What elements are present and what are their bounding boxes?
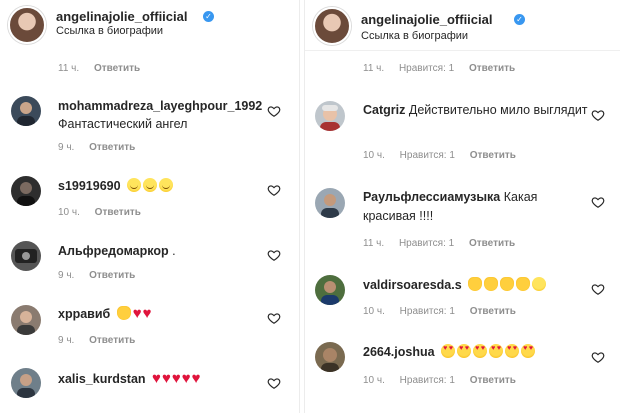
heart-emoji-icon: ♥ [152,370,161,387]
comment-username[interactable]: valdirsoaresda.s [363,278,462,292]
heart-emoji-icon: ♥ [181,370,191,387]
heart-eyes-emoji-icon [505,344,520,358]
verified-badge-icon: ✓ [203,11,214,22]
heart-outline-icon[interactable] [267,248,281,262]
comment-time: 10 ч. [363,150,385,161]
profile-avatar[interactable] [8,6,46,44]
heart-emoji-icon: ♥ [142,305,152,322]
heart-outline-icon[interactable] [591,195,605,209]
reply-button[interactable]: Ответить [94,63,140,74]
heart-outline-icon[interactable] [591,350,605,364]
avatar[interactable] [315,342,345,372]
profile-username[interactable]: angelinajolie_offiicial [56,9,187,24]
comment-time: 10 ч. [58,207,80,218]
reply-button[interactable]: Ответить [470,306,516,317]
emoji-row [468,277,548,292]
comment-time: 11 ч. [363,63,385,74]
heart-outline-icon[interactable] [267,183,281,197]
comment-username[interactable]: Раульфлессиамузыка [363,190,500,204]
reply-button[interactable]: Ответить [470,150,516,161]
likes-count[interactable]: Нравится: 1 [400,375,455,386]
avatar[interactable] [315,101,345,131]
avatar[interactable] [315,188,345,218]
clap-emoji-icon [116,306,131,320]
likes-count[interactable]: Нравится: 1 [399,238,454,249]
emoji-row: ♥♥ [116,305,153,322]
reply-button[interactable]: Ответить [470,375,516,386]
avatar[interactable] [11,368,41,398]
avatar[interactable] [11,241,41,271]
verified-badge-icon: ✓ [514,14,525,25]
clap-emoji-icon [484,277,499,291]
comment-time: 9 ч. [58,335,75,346]
comment-username[interactable]: Альфредомаркор [58,244,169,258]
comment-meta: 11 ч. Ответить [58,63,152,74]
profile-avatar[interactable] [313,7,351,45]
avatar[interactable] [11,96,41,126]
comment-username[interactable]: xalis_kurdstan [58,372,146,386]
heart-eyes-emoji-icon [489,344,504,358]
emoji-row [127,178,175,193]
comment-time: 11 ч. [58,63,80,74]
comment-meta: 11 ч. Нравится: 1 Ответить [363,63,527,74]
comment-text: Действительно мило выглядит [408,103,588,117]
likes-count[interactable]: Нравится: 1 [400,150,455,161]
heart-outline-icon[interactable] [267,311,281,325]
comment-username[interactable]: mohammadreza_layeghpour_1992 [58,99,262,113]
reply-button[interactable]: Ответить [89,142,135,153]
angry-emoji-icon [159,178,174,192]
comment-text: Фантастический ангел [58,117,188,131]
heart-emoji-icon: ♥ [191,370,201,387]
heart-outline-icon[interactable] [591,282,605,296]
comment-text: . [172,244,176,258]
clap-emoji-icon [516,277,531,291]
bio-link[interactable]: Ссылка в биографии [56,25,163,37]
comment-username[interactable]: 2664.joshua [363,345,435,359]
emoji-row: ♥♥♥♥♥ [152,370,202,387]
expressionless-emoji-icon [127,178,142,192]
comment-username[interactable]: Catgriz [363,103,405,117]
comments-panel-left: angelinajolie_offiicial ✓ Ссылка в биогр… [0,0,300,413]
reply-button[interactable]: Ответить [89,335,135,346]
avatar[interactable] [11,305,41,335]
comment-time: 9 ч. [58,142,75,153]
reply-button[interactable]: Ответить [89,270,135,281]
heart-eyes-emoji-icon [473,344,488,358]
heart-eyes-emoji-icon [441,344,456,358]
heart-emoji-icon: ♥ [132,305,142,322]
heart-emoji-icon: ♥ [171,370,181,387]
emoji-row [441,344,537,359]
reply-button[interactable]: Ответить [469,63,515,74]
divider [305,50,620,51]
post-header: angelinajolie_offiicial ✓ Ссылка в биогр… [0,0,299,48]
comment-time: 9 ч. [58,270,75,281]
expressionless-emoji-icon [143,178,158,192]
clap-emoji-icon [468,277,483,291]
profile-username[interactable]: angelinajolie_offiicial [361,12,492,27]
likes-count[interactable]: Нравится: 1 [399,63,454,74]
reply-button[interactable]: Ответить [95,207,141,218]
comment-username[interactable]: s19919690 [58,179,121,193]
heart-eyes-emoji-icon [521,344,536,358]
heart-eyes-emoji-icon [457,344,472,358]
comment-time: 10 ч. [363,375,385,386]
comments-panel-right: angelinajolie_offiicial ✓ Ссылка в биогр… [304,0,620,413]
post-header: angelinajolie_offiicial ✓ Ссылка в биогр… [305,0,620,48]
comment-username[interactable]: хрравиб [58,307,110,321]
heart-outline-icon[interactable] [267,104,281,118]
likes-count[interactable]: Нравится: 1 [400,306,455,317]
comment-time: 10 ч. [363,306,385,317]
avatar[interactable] [315,275,345,305]
clap-emoji-icon [500,277,515,291]
heart-outline-icon[interactable] [591,108,605,122]
avatar[interactable] [11,176,41,206]
bio-link[interactable]: Ссылка в биографии [361,30,468,42]
reply-button[interactable]: Ответить [469,238,515,249]
heart-outline-icon[interactable] [267,376,281,390]
wow-emoji-icon [532,277,547,291]
heart-emoji-icon: ♥ [161,370,171,387]
comment-time: 11 ч. [363,238,385,249]
